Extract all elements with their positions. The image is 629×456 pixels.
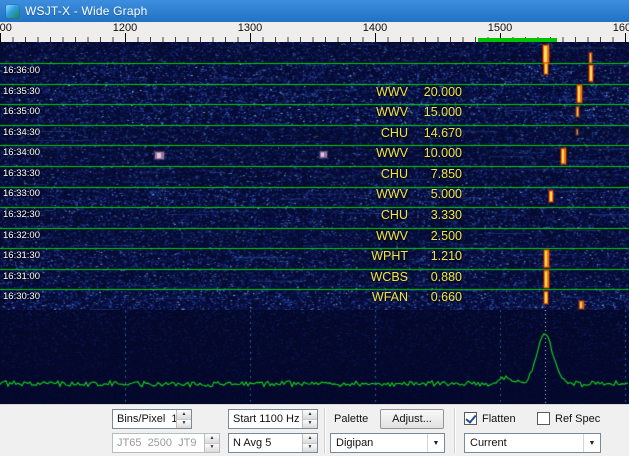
checkbox-box[interactable]	[464, 412, 477, 425]
ref-spec-checkbox[interactable]: Ref Spec	[537, 412, 600, 425]
scale-label-1400: 1400	[363, 22, 387, 34]
spin-up-icon[interactable]: ▲	[177, 410, 191, 420]
palette-adjust-button[interactable]: Adjust...	[380, 409, 444, 429]
scale-label-1200: 1200	[113, 22, 137, 34]
scale-label-1500: 1500	[488, 22, 512, 34]
waterfall[interactable]: 16:36:00 16:35:30 WWV20.000 16:35:00 WWV…	[0, 42, 629, 310]
spin-up-icon: ▲	[205, 434, 219, 444]
separator	[454, 408, 456, 453]
frequency-scale[interactable]: 1100 1200 1300 1400 1500 1600	[0, 22, 629, 42]
palette-select[interactable]: Digipan ▼	[330, 433, 445, 453]
spin-down-icon[interactable]: ▼	[177, 420, 191, 429]
waterfall-canvas[interactable]	[0, 42, 629, 310]
scale-label-1600: 1600	[613, 22, 629, 34]
bins-per-pixel-spinbox[interactable]: Bins/Pixel 1 ▲▼	[112, 409, 192, 429]
title-bar[interactable]: WSJT-X - Wide Graph	[0, 0, 629, 22]
window-title: WSJT-X - Wide Graph	[25, 4, 148, 18]
spectrum-canvas[interactable]	[0, 310, 629, 404]
spin-up-icon[interactable]: ▲	[303, 410, 317, 420]
flatten-checkbox[interactable]: Flatten	[464, 412, 516, 425]
chevron-down-icon[interactable]: ▼	[427, 434, 444, 452]
wide-graph-window: WSJT-X - Wide Graph 1100 1200 1300 1400 …	[0, 0, 629, 456]
jt65-jt9-split-spinbox: JT65 2500 JT9 ▲▼	[112, 433, 220, 453]
chevron-down-icon[interactable]: ▼	[583, 434, 600, 452]
spin-down-icon[interactable]: ▼	[303, 444, 317, 453]
n-avg-spinbox[interactable]: N Avg 5 ▲▼	[228, 433, 318, 453]
control-panel: Bins/Pixel 1 ▲▼ Start 1100 Hz ▲▼ Palette…	[0, 404, 629, 456]
spin-down-icon: ▼	[205, 444, 219, 453]
separator	[324, 408, 326, 453]
scale-label-1100: 1100	[0, 22, 12, 34]
spectrum-plot[interactable]	[0, 310, 629, 404]
palette-label: Palette	[334, 413, 368, 425]
spin-up-icon[interactable]: ▲	[303, 434, 317, 444]
spectrum-mode-select[interactable]: Current ▼	[464, 433, 601, 453]
scale-label-1300: 1300	[238, 22, 262, 34]
app-icon	[6, 5, 19, 18]
start-hz-spinbox[interactable]: Start 1100 Hz ▲▼	[228, 409, 318, 429]
checkbox-box[interactable]	[537, 412, 550, 425]
spin-down-icon[interactable]: ▼	[303, 420, 317, 429]
